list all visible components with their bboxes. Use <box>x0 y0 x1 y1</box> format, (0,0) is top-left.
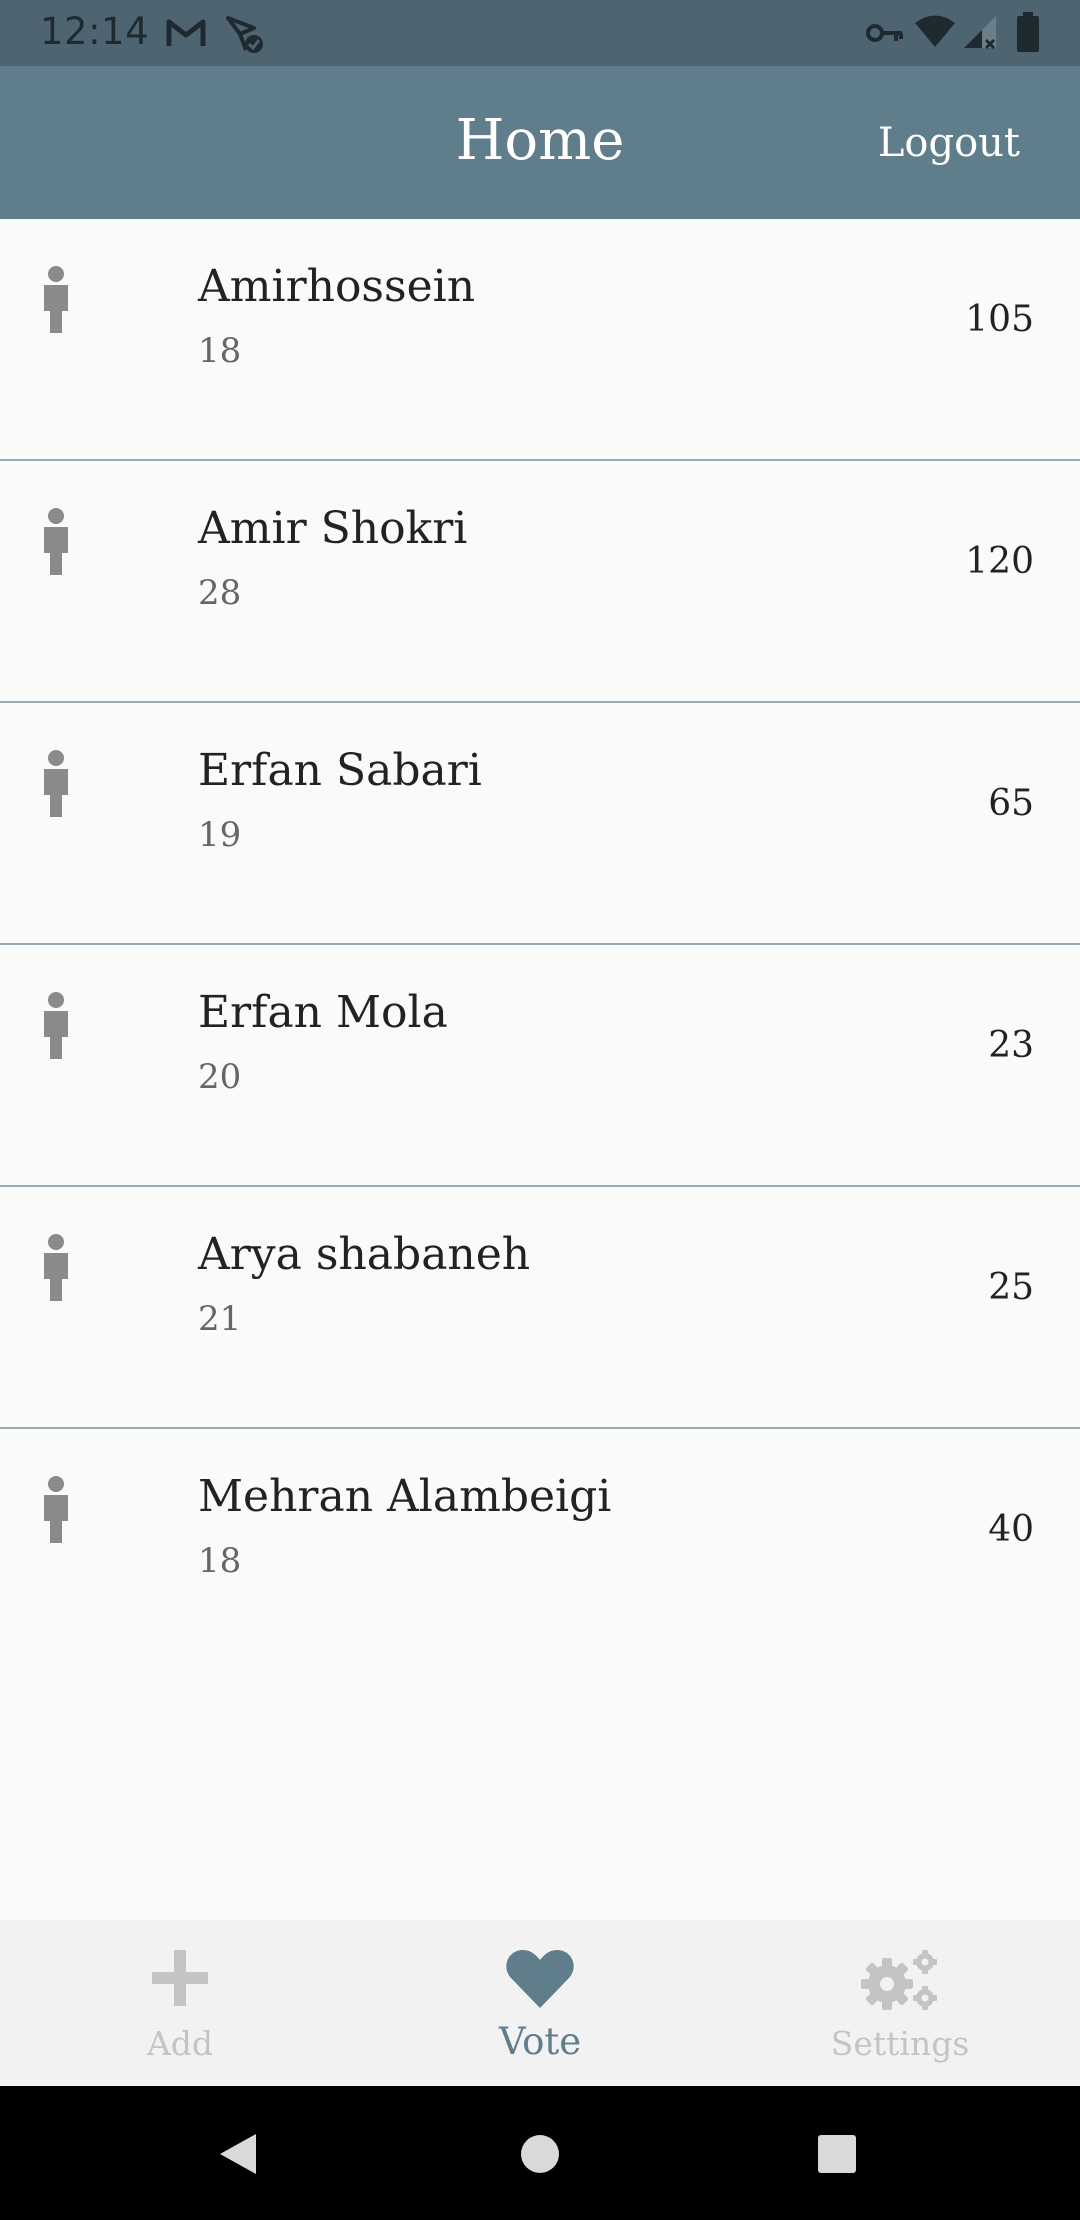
home-icon[interactable] <box>519 2133 561 2175</box>
back-icon[interactable] <box>218 2132 258 2176</box>
heart-icon <box>506 1950 574 2008</box>
person-icon <box>44 1476 68 1543</box>
person-name: Arya shabaneh <box>198 1229 531 1280</box>
nav-add-label: Add <box>146 2024 214 2063</box>
person-icon <box>44 992 68 1059</box>
list-item[interactable]: Amir Shokri 28 120 <box>0 461 1080 703</box>
person-age: 18 <box>198 331 242 371</box>
signal-icon <box>964 16 996 50</box>
person-name: Mehran Alambeigi <box>198 1471 612 1522</box>
list-item[interactable]: Erfan Sabari 19 65 <box>0 703 1080 945</box>
person-age: 20 <box>198 1057 242 1097</box>
person-age: 28 <box>198 573 242 613</box>
vote-count: 40 <box>988 1509 1034 1550</box>
list-item[interactable]: Arya shabaneh 21 25 <box>0 1187 1080 1429</box>
nav-add[interactable]: Add <box>0 1920 360 2086</box>
list-item[interactable]: Amirhossein 18 105 <box>0 219 1080 461</box>
app-bar: Home Logout <box>0 66 1080 219</box>
person-icon <box>44 508 68 575</box>
battery-icon <box>1017 12 1039 52</box>
vote-count: 105 <box>965 299 1034 340</box>
status-time: 12:14 <box>40 10 150 53</box>
gmail-icon <box>166 19 206 46</box>
nav-vote[interactable]: Vote <box>360 1920 720 2086</box>
vpn-key-icon <box>866 24 903 42</box>
person-icon <box>44 750 68 817</box>
logout-button[interactable]: Logout <box>878 120 1020 166</box>
person-name: Erfan Sabari <box>198 745 482 796</box>
person-name: Erfan Mola <box>198 987 448 1038</box>
vote-count: 120 <box>965 541 1034 582</box>
person-icon <box>44 266 68 333</box>
person-age: 21 <box>198 1299 242 1339</box>
person-name: Amir Shokri <box>198 503 468 554</box>
plus-icon <box>152 1950 208 2006</box>
vote-count: 25 <box>988 1267 1034 1308</box>
person-age: 19 <box>198 815 242 855</box>
nav-settings[interactable]: Settings <box>720 1920 1080 2086</box>
list-item[interactable]: Erfan Mola 20 23 <box>0 945 1080 1187</box>
nav-vote-label: Vote <box>498 2020 582 2063</box>
gears-icon <box>861 1950 937 2010</box>
system-nav-bar <box>0 2086 1080 2220</box>
person-age: 18 <box>198 1541 242 1581</box>
vote-count: 23 <box>988 1025 1034 1066</box>
nav-settings-label: Settings <box>830 2024 970 2063</box>
people-list: Amirhossein 18 105 Amir Shokri 28 120 Er… <box>0 219 1080 1671</box>
recents-icon[interactable] <box>816 2133 858 2175</box>
nfc-check-icon <box>226 16 263 53</box>
wifi-icon <box>915 15 955 47</box>
bottom-nav: Add Vote Settings <box>0 1920 1080 2086</box>
status-bar: 12:14 <box>0 0 1080 66</box>
list-item[interactable]: Mehran Alambeigi 18 40 <box>0 1429 1080 1671</box>
vote-count: 65 <box>988 783 1034 824</box>
person-icon <box>44 1234 68 1301</box>
person-name: Amirhossein <box>198 261 476 312</box>
